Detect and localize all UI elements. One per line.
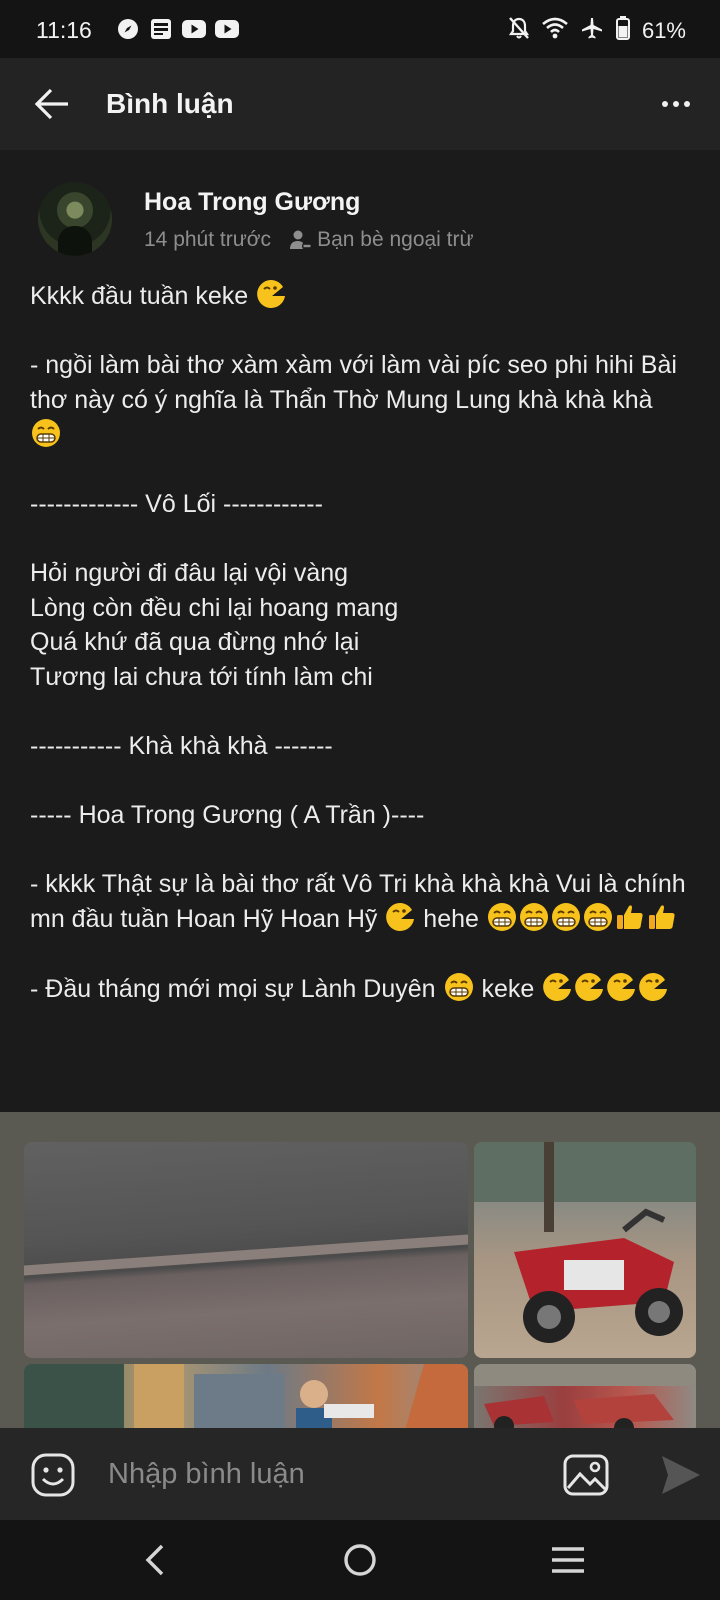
- send-icon: [662, 1456, 700, 1494]
- more-horizontal-icon: [662, 101, 668, 107]
- emoji-button[interactable]: [30, 1452, 76, 1498]
- post: Hoa Trong Gương 14 phút trước Bạn bè ngo…: [0, 150, 720, 1428]
- post-line-text: ----------- Khà khà khà -------: [30, 731, 333, 760]
- system-nav-bar: [0, 1520, 720, 1600]
- nav-back-button[interactable]: [136, 1540, 176, 1580]
- nav-home-icon: [344, 1544, 376, 1576]
- status-time: 11:16: [36, 17, 92, 43]
- post-line-text: Kkkk đầu tuần keke: [30, 282, 256, 310]
- thumbsup-emoji-icon: [614, 901, 646, 933]
- post-line: [30, 522, 690, 557]
- bao-moi-icon: [149, 18, 173, 40]
- send-button[interactable]: [656, 1452, 702, 1498]
- photo-motorbike[interactable]: [474, 1142, 696, 1358]
- post-line: [30, 694, 690, 729]
- post-line-text: ----- Hoa Trong Gương ( A Trần )----: [30, 800, 425, 829]
- post-meta: 14 phút trước Bạn bè ngoại trừ: [144, 228, 474, 252]
- post-line: ----- Hoa Trong Gương ( A Trần )----: [30, 798, 690, 833]
- post-line-text: Hỏi người đi đâu lại vội vàng: [30, 559, 349, 587]
- post-line: - kkkk Thật sự là bài thơ rất Vô Tri khà…: [30, 867, 690, 937]
- post-line: Kkkk đầu tuần keke: [30, 278, 690, 314]
- back-button[interactable]: [30, 82, 74, 126]
- compass-icon: [116, 18, 140, 40]
- more-horizontal-icon: [673, 101, 679, 107]
- image-icon: [563, 1454, 609, 1496]
- post-audience: Bạn bè ngoại trừ: [317, 228, 474, 251]
- page-title: Bình luận: [106, 88, 234, 119]
- app-bar: Bình luận: [0, 58, 720, 150]
- comment-bar: [0, 1428, 720, 1520]
- post-line: [30, 763, 690, 798]
- post-line: Lòng còn đều chi lại hoang mang: [30, 591, 690, 626]
- grin-emoji-icon: [582, 901, 614, 933]
- wink-emoji-icon: [384, 901, 416, 933]
- status-right: 61%: [508, 16, 686, 45]
- wink-emoji-icon: [637, 971, 669, 1003]
- arrow-left-icon: [34, 88, 68, 120]
- battery-icon: [615, 16, 630, 45]
- comment-input[interactable]: [108, 1450, 528, 1498]
- author-name[interactable]: Hoa Trong Gương: [144, 188, 360, 217]
- wink-emoji-icon: [573, 971, 605, 1003]
- status-bar: 11:16 61%: [0, 0, 720, 58]
- post-line: ----------- Khà khà khà -------: [30, 729, 690, 764]
- photo-motorbikes-row[interactable]: [474, 1364, 696, 1428]
- wink-emoji-icon: [605, 971, 637, 1003]
- more-options-button[interactable]: [654, 82, 698, 126]
- post-line: [30, 832, 690, 867]
- post-line: [30, 314, 690, 349]
- post-line-tail-text: hehe: [416, 905, 486, 933]
- grin-emoji-icon: [486, 901, 518, 933]
- post-line-text: - ngồi làm bài thơ xàm xàm với làm vài p…: [30, 351, 677, 414]
- image-button[interactable]: [562, 1452, 610, 1498]
- grin-emoji-icon: [30, 417, 62, 449]
- post-line: ------------- Vô Lối ------------: [30, 487, 690, 522]
- nav-recent-button[interactable]: [548, 1540, 588, 1580]
- nav-home-button[interactable]: [340, 1540, 380, 1580]
- post-line-text: Tương lai chưa tới tính làm chi: [30, 662, 373, 691]
- nav-recent-icon: [552, 1547, 584, 1573]
- thumbsup-emoji-icon: [646, 901, 678, 933]
- post-line: Quá khứ đã qua đừng nhớ lại: [30, 625, 690, 660]
- emoji-icon: [31, 1453, 75, 1497]
- post-line-text: - Đầu tháng mới mọi sự Lành Duyên: [30, 975, 443, 1003]
- post-line: [30, 453, 690, 488]
- post-line: Hỏi người đi đâu lại vội vàng: [30, 556, 690, 591]
- post-time: 14 phút trước: [144, 228, 272, 251]
- wink-emoji-icon: [255, 278, 287, 310]
- nav-back-icon: [145, 1544, 164, 1576]
- grin-emoji-icon: [518, 901, 550, 933]
- friends-except-icon: [289, 229, 313, 251]
- post-line-tail-text: keke: [474, 975, 542, 1003]
- notifications-off-icon: [508, 16, 530, 45]
- post-line-text: Lòng còn đều chi lại hoang mang: [30, 593, 399, 622]
- grin-emoji-icon: [443, 971, 475, 1003]
- youtube-icon: [215, 18, 239, 40]
- post-line-text: ------------- Vô Lối ------------: [30, 490, 323, 518]
- post-body: Kkkk đầu tuần keke - ngồi làm bài thơ xà…: [30, 278, 690, 1007]
- avatar[interactable]: [38, 182, 112, 256]
- photo-street[interactable]: [24, 1364, 468, 1428]
- more-horizontal-icon: [684, 101, 690, 107]
- post-line: - Đầu tháng mới mọi sự Lành Duyên keke: [30, 971, 690, 1007]
- wifi-icon: [542, 17, 568, 44]
- post-line: Tương lai chưa tới tính làm chi: [30, 660, 690, 695]
- photo-gallery: [0, 1112, 720, 1428]
- post-line: [30, 937, 690, 972]
- battery-percent: 61%: [641, 17, 686, 43]
- post-line: - ngồi làm bài thơ xàm xàm với làm vài p…: [30, 348, 690, 453]
- photo-pavement[interactable]: [24, 1142, 468, 1358]
- grin-emoji-icon: [550, 901, 582, 933]
- post-line-text: Quá khứ đã qua đừng nhớ lại: [30, 628, 360, 656]
- youtube-icon: [182, 18, 206, 40]
- wink-emoji-icon: [541, 971, 573, 1003]
- airplane-icon: [580, 16, 604, 45]
- status-left-icons: [116, 18, 239, 40]
